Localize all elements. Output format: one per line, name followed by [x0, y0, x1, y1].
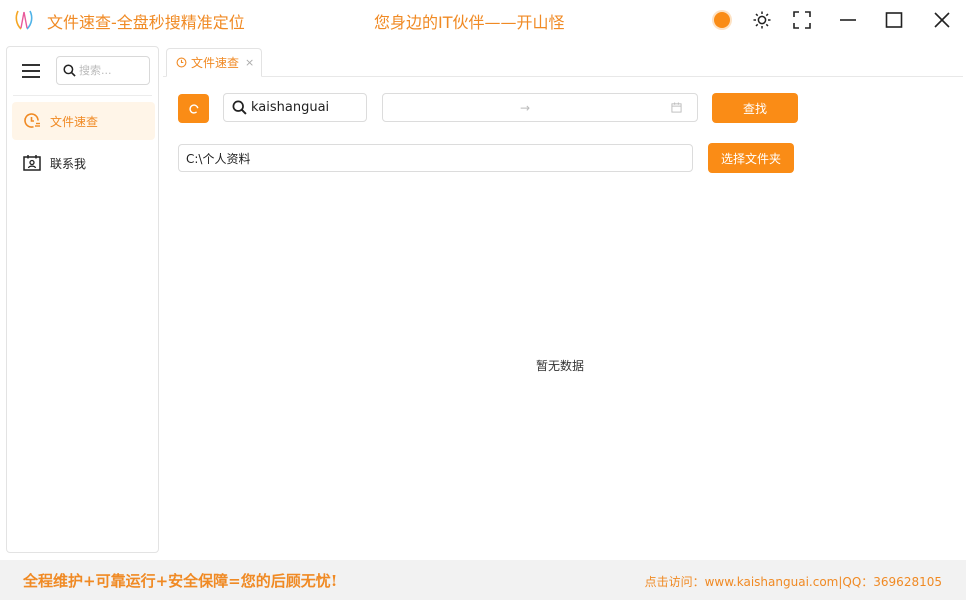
keyword-search-box[interactable]	[223, 93, 367, 122]
end-date-input[interactable]	[539, 100, 659, 115]
title-bar: 文件速查-全盘秒搜精准定位 您身边的IT伙伴——开山怪	[0, 0, 966, 40]
refresh-button[interactable]	[178, 94, 209, 123]
minimize-button[interactable]	[836, 8, 860, 32]
refresh-icon	[188, 103, 198, 114]
empty-results-text: 暂无数据	[536, 359, 585, 373]
sidebar: 文件速查 联系我	[6, 46, 159, 553]
header-slogan: 您身边的IT伙伴——开山怪	[374, 13, 565, 32]
footer-slogan: 全程维护+可靠运行+安全保障=您的后顾无忧!	[23, 572, 338, 590]
contact-card-icon	[23, 155, 41, 171]
sidebar-search[interactable]	[56, 56, 150, 85]
minimize-icon	[840, 19, 856, 21]
tab-file-search[interactable]: 文件速查 ×	[166, 48, 262, 77]
sidebar-divider	[13, 95, 152, 96]
sidebar-search-input[interactable]	[79, 64, 143, 77]
theme-color-button[interactable]	[710, 8, 734, 32]
app-logo-icon	[15, 10, 33, 30]
theme-color-dot	[714, 12, 730, 28]
choose-folder-button[interactable]: 选择文件夹	[708, 143, 794, 173]
clock-icon	[176, 57, 187, 68]
sidebar-item-label: 联系我	[50, 156, 87, 171]
sun-icon	[753, 11, 771, 29]
search-icon	[232, 100, 247, 115]
app-title: 文件速查-全盘秒搜精准定位	[47, 13, 245, 32]
maximize-button[interactable]	[882, 8, 906, 32]
folder-path-input[interactable]	[186, 151, 686, 165]
date-range-separator: →	[519, 100, 531, 115]
tab-close-icon[interactable]: ×	[245, 56, 254, 69]
fullscreen-icon	[793, 11, 811, 29]
sidebar-item-label: 文件速查	[50, 114, 99, 129]
calendar-icon	[671, 102, 682, 113]
tab-bar: 文件速查 ×	[163, 46, 963, 77]
footer: 全程维护+可靠运行+安全保障=您的后顾无忧! 点击访问：www.kaishang…	[0, 560, 966, 600]
keyword-input[interactable]	[251, 100, 359, 115]
fullscreen-button[interactable]	[790, 8, 814, 32]
date-range-picker[interactable]: →	[382, 93, 698, 122]
start-date-input[interactable]	[391, 100, 511, 115]
menu-toggle-icon[interactable]	[22, 64, 40, 78]
search-icon	[63, 64, 76, 77]
footer-contact-link[interactable]: 点击访问：www.kaishanguai.com|QQ：369628105	[645, 573, 942, 590]
close-icon	[934, 12, 950, 28]
clock-search-icon	[24, 113, 40, 128]
tab-label: 文件速查	[191, 56, 240, 70]
close-button[interactable]	[930, 8, 954, 32]
search-button[interactable]: 查找	[712, 93, 798, 123]
sidebar-item-file-search[interactable]: 文件速查	[12, 102, 155, 140]
folder-path-field[interactable]	[178, 144, 693, 172]
brightness-toggle-button[interactable]	[750, 8, 774, 32]
maximize-icon	[885, 12, 903, 28]
sidebar-item-contact[interactable]: 联系我	[12, 144, 155, 182]
